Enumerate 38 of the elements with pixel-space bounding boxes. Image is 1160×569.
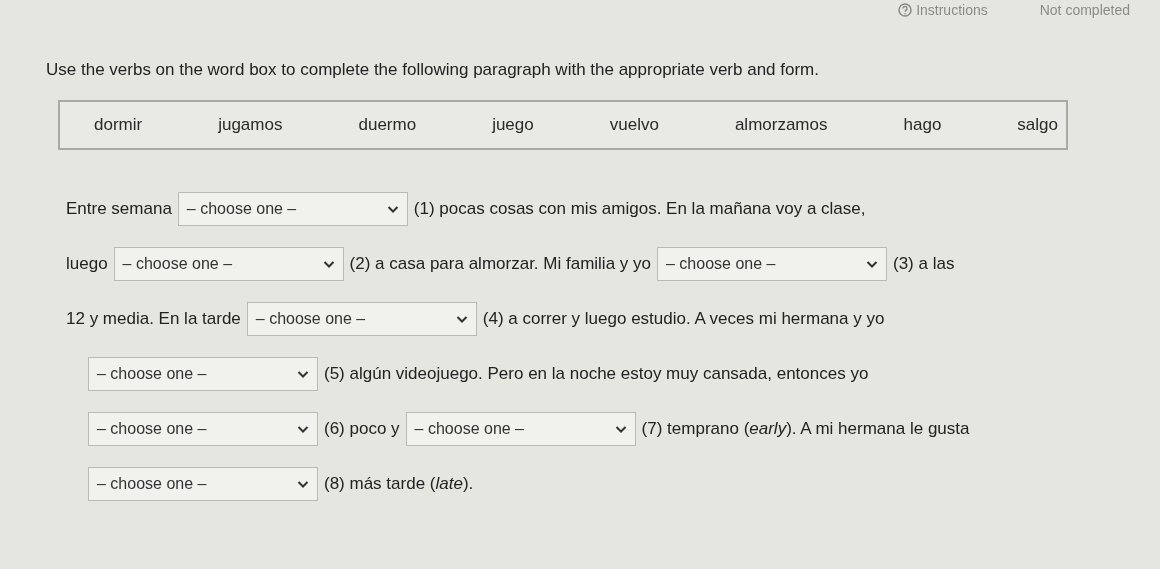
word-option: dormir: [94, 115, 143, 135]
sentence-text: (2) a casa para almorzar. Mi familia y yo: [349, 254, 651, 274]
help-icon: [898, 3, 913, 17]
word-option: duermo: [358, 115, 417, 135]
choice-dropdown[interactable]: – choose one –: [88, 357, 318, 391]
sentence-text: (1) pocas cosas con mis amigos. En la mañana voy a clase,: [413, 199, 866, 219]
instruction-text: Use the verbs on the word box to complete the following paragraph with the appropriate verb and form.: [46, 60, 819, 79]
word-option: jugamos: [218, 115, 283, 135]
choice-dropdown[interactable]: – choose one –: [88, 467, 318, 501]
word-option: hago: [903, 115, 942, 135]
word-option: almorzamos: [734, 115, 828, 135]
sentence-text: (5) algún videojuego. Pero en la noche estoy muy cansada, entonces yo: [324, 364, 869, 384]
sentence-text: (3) a las: [893, 254, 955, 274]
choice-dropdown[interactable]: – choose one –: [88, 412, 318, 446]
chevron-down-icon: [297, 369, 309, 379]
choice-dropdown[interactable]: – choose one –: [405, 412, 636, 446]
sentence-text: 12 y media. En la tarde: [66, 309, 241, 329]
chevron-down-icon: [455, 314, 468, 324]
choice-dropdown[interactable]: – choose one –: [246, 302, 477, 336]
chevron-down-icon: [297, 479, 309, 489]
chevron-down-icon: [297, 424, 309, 434]
choice-dropdown[interactable]: – choose one –: [177, 192, 408, 226]
sentence-text: (7) temprano (early). A mi hermana le gusta: [641, 419, 970, 439]
sentence-text: luego: [66, 254, 108, 274]
sentence-text: Entre semana: [66, 199, 172, 219]
sentence-text: (8) más tarde (late).: [324, 474, 474, 494]
sentence-text: (4) a correr y luego estudio. A veces mi hermana y yo: [482, 309, 885, 329]
choice-dropdown[interactable]: – choose one –: [657, 247, 887, 281]
choice-dropdown[interactable]: – choose one –: [113, 247, 344, 281]
completion-status: Not completed: [1039, 2, 1130, 18]
chevron-down-icon: [386, 204, 399, 214]
word-option: salgo: [1017, 115, 1058, 135]
word-option: juego: [492, 115, 534, 135]
chevron-down-icon: [614, 424, 627, 434]
sentence-text: (6) poco y: [324, 419, 400, 439]
word-option: vuelvo: [609, 115, 659, 135]
chevron-down-icon: [866, 259, 878, 269]
chevron-down-icon: [322, 259, 335, 269]
